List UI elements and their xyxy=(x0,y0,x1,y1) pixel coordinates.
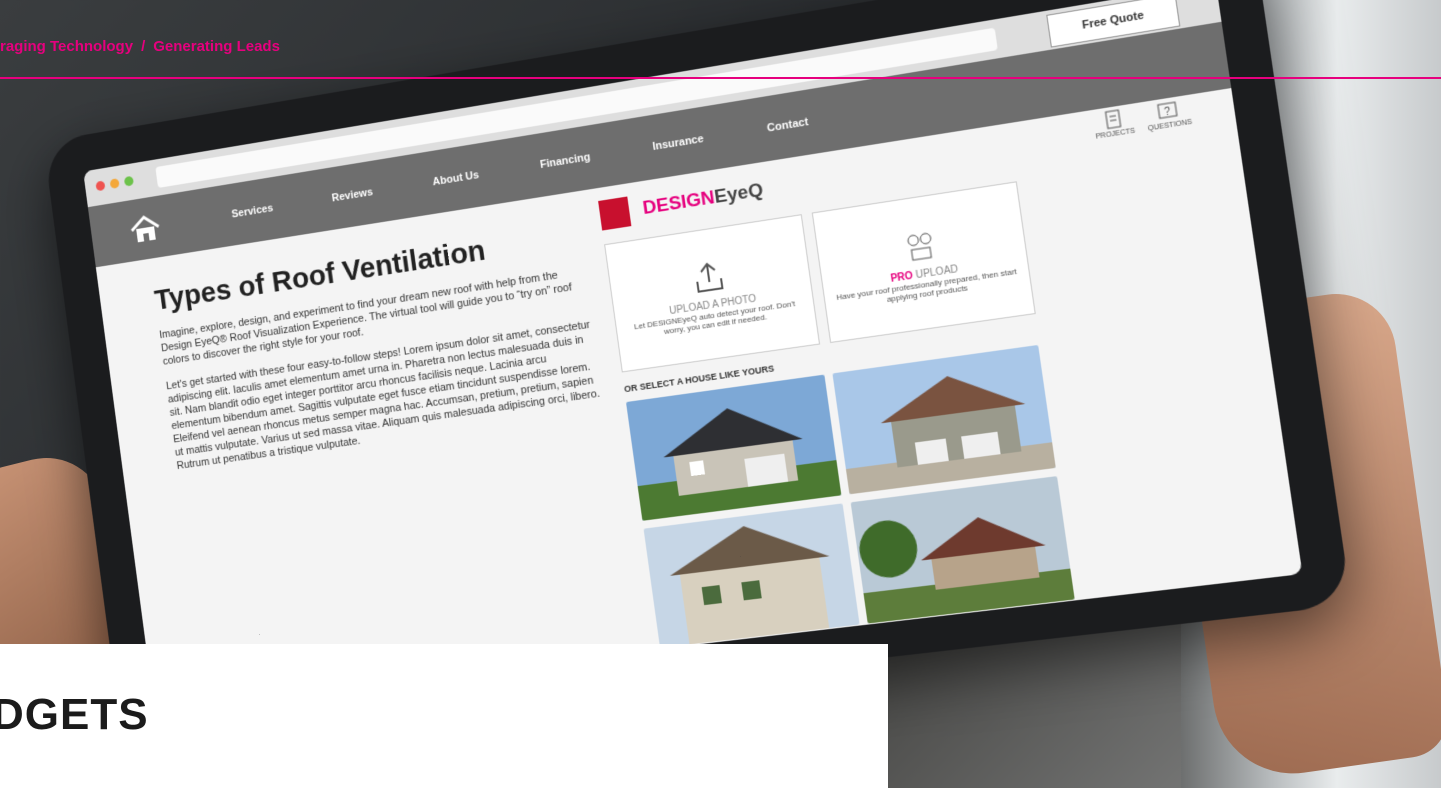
close-dot[interactable] xyxy=(95,180,105,191)
house-gallery xyxy=(626,318,1270,648)
visualizer-panel: DESIGNEyeQ PROJECTS ? QUESTIONS UPLOAD A… xyxy=(598,107,1270,649)
nav-financing[interactable]: Financing xyxy=(539,151,591,171)
breadcrumb-bar: raging Technology / Generating Leads xyxy=(0,0,1441,79)
house-option[interactable] xyxy=(626,375,841,521)
upload-photo-card[interactable]: UPLOAD A PHOTO Let DESIGNEyeQ auto detec… xyxy=(604,214,820,372)
nav-insurance[interactable]: Insurance xyxy=(652,133,705,153)
bottom-card: DGETS xyxy=(0,644,888,788)
pro-upload-icon xyxy=(900,225,940,265)
upload-icon xyxy=(689,257,727,296)
breadcrumb-item[interactable]: Generating Leads xyxy=(153,38,280,55)
house-option[interactable] xyxy=(832,345,1055,494)
breadcrumb-separator: / xyxy=(141,38,145,55)
minimize-dot[interactable] xyxy=(110,178,120,189)
section-heading: DGETS xyxy=(0,690,149,740)
house-option[interactable] xyxy=(644,503,860,647)
nav-about-us[interactable]: About Us xyxy=(432,169,480,188)
owens-corning-logo xyxy=(598,196,631,230)
window-controls xyxy=(95,176,134,192)
design-eyeq-logo: DESIGNEyeQ xyxy=(641,180,764,220)
article: Types of Roof Ventilation Imagine, explo… xyxy=(153,219,610,485)
breadcrumb-item[interactable]: raging Technology xyxy=(0,38,133,55)
nav-reviews[interactable]: Reviews xyxy=(331,186,373,204)
svg-text:?: ? xyxy=(1164,106,1172,119)
tablet-device: Free Quote Services Reviews About Us Fin… xyxy=(43,0,1351,744)
tablet-screen: Free Quote Services Reviews About Us Fin… xyxy=(83,0,1302,708)
breadcrumb: raging Technology / Generating Leads xyxy=(0,38,280,55)
nav-contact[interactable]: Contact xyxy=(766,116,809,135)
maximize-dot[interactable] xyxy=(124,176,134,187)
nav-services[interactable]: Services xyxy=(231,202,274,220)
pro-upload-card[interactable]: PRO UPLOAD Have your roof professionally… xyxy=(812,181,1036,343)
house-option[interactable] xyxy=(851,476,1075,623)
home-icon[interactable] xyxy=(113,194,178,264)
